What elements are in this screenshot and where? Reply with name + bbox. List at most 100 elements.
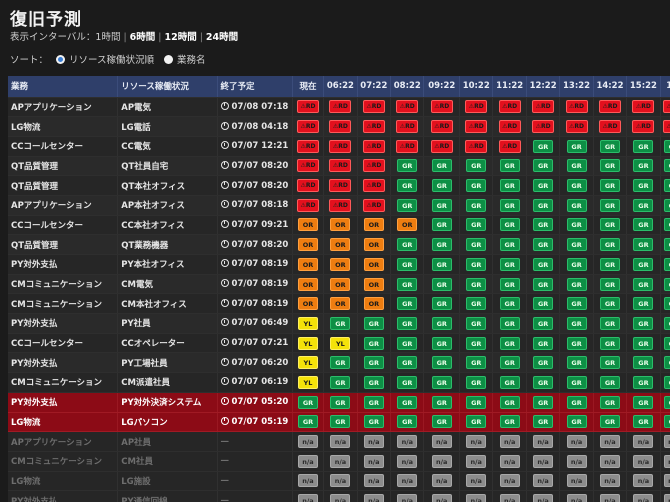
status-badge-gr[interactable]: GR bbox=[431, 257, 452, 271]
status-badge-gr[interactable]: GR bbox=[533, 297, 554, 311]
status-badge-gr[interactable]: GR bbox=[633, 277, 654, 291]
status-badge-gr[interactable]: GR bbox=[633, 356, 654, 370]
status-badge-gr[interactable]: GR bbox=[599, 277, 620, 291]
status-badge-gr[interactable]: GR bbox=[397, 198, 418, 212]
status-badge-gr[interactable]: GR bbox=[499, 375, 520, 389]
status-badge-gr[interactable]: GR bbox=[566, 257, 587, 271]
status-badge-na[interactable]: n/a bbox=[397, 494, 418, 502]
status-badge-gr[interactable]: GR bbox=[599, 159, 620, 173]
status-badge-gr[interactable]: GR bbox=[566, 238, 587, 252]
status-badge-na[interactable]: n/a bbox=[663, 474, 670, 488]
status-badge-gr[interactable]: GR bbox=[499, 198, 520, 212]
table-row[interactable]: CMコミュニケーション CM本社オフィス 07/07 08:19 OR OR OR GR GR… bbox=[8, 293, 670, 315]
status-badge-na[interactable]: n/a bbox=[330, 494, 351, 502]
status-badge-gr[interactable]: GR bbox=[499, 395, 520, 409]
status-badge-gr[interactable]: GR bbox=[363, 356, 384, 370]
status-badge-gr[interactable]: GR bbox=[633, 179, 654, 193]
status-badge-gr[interactable]: GR bbox=[599, 218, 620, 232]
status-badge-gr[interactable]: GR bbox=[533, 395, 554, 409]
status-badge-na[interactable]: n/a bbox=[633, 474, 654, 488]
status-badge-yl[interactable]: YL bbox=[330, 336, 351, 350]
status-badge-yl[interactable]: YL bbox=[297, 375, 318, 389]
status-badge-na[interactable]: n/a bbox=[431, 435, 452, 449]
status-badge-rd[interactable]: ⚠RD bbox=[565, 120, 588, 134]
status-badge-gr[interactable]: GR bbox=[566, 336, 587, 350]
status-badge-na[interactable]: n/a bbox=[533, 474, 554, 488]
status-badge-na[interactable]: n/a bbox=[599, 474, 620, 488]
status-badge-rd[interactable]: ⚠RD bbox=[329, 198, 352, 212]
status-badge-rd[interactable]: ⚠RD bbox=[296, 100, 319, 114]
table-row[interactable]: PY対外支払 PY対外決済システム 07/07 05:20 GR GR GR GR GR GR G… bbox=[8, 392, 670, 413]
status-badge-gr[interactable]: GR bbox=[633, 159, 654, 173]
status-badge-gr[interactable]: GR bbox=[466, 218, 487, 232]
status-badge-gr[interactable]: GR bbox=[533, 356, 554, 370]
status-badge-gr[interactable]: GR bbox=[466, 356, 487, 370]
status-badge-gr[interactable]: GR bbox=[363, 375, 384, 389]
status-badge-gr[interactable]: GR bbox=[330, 356, 351, 370]
status-badge-gr[interactable]: GR bbox=[499, 297, 520, 311]
status-badge-na[interactable]: n/a bbox=[330, 474, 351, 488]
status-badge-gr[interactable]: GR bbox=[397, 375, 418, 389]
status-badge-rd[interactable]: ⚠RD bbox=[296, 139, 319, 153]
status-badge-rd[interactable]: ⚠RD bbox=[532, 100, 555, 114]
status-badge-or[interactable]: OR bbox=[363, 297, 384, 311]
status-badge-rd[interactable]: ⚠RD bbox=[362, 120, 385, 134]
status-badge-rd[interactable]: ⚠RD bbox=[465, 120, 488, 134]
status-badge-rd[interactable]: ⚠RD bbox=[632, 100, 655, 114]
status-badge-or[interactable]: OR bbox=[363, 257, 384, 271]
status-badge-rd[interactable]: ⚠RD bbox=[362, 179, 385, 193]
status-badge-gr[interactable]: GR bbox=[599, 179, 620, 193]
status-badge-gr[interactable]: GR bbox=[599, 415, 620, 429]
status-badge-gr[interactable]: GR bbox=[533, 198, 554, 212]
status-badge-rd[interactable]: ⚠RD bbox=[532, 120, 555, 134]
status-badge-rd[interactable]: ⚠RD bbox=[498, 139, 521, 153]
table-row[interactable]: CCコールセンター CCオペレーター 07/07 07:21 YL YL GR GR GR GR… bbox=[8, 333, 670, 354]
status-badge-gr[interactable]: GR bbox=[499, 238, 520, 252]
status-badge-na[interactable]: n/a bbox=[431, 474, 452, 488]
status-badge-or[interactable]: OR bbox=[297, 238, 318, 252]
status-badge-gr[interactable]: GR bbox=[431, 218, 452, 232]
status-badge-gr[interactable]: GR bbox=[663, 297, 670, 311]
status-badge-gr[interactable]: GR bbox=[499, 336, 520, 350]
status-badge-rd[interactable]: ⚠RD bbox=[362, 100, 385, 114]
status-badge-rd[interactable]: ⚠RD bbox=[465, 139, 488, 153]
status-badge-gr[interactable]: GR bbox=[599, 395, 620, 409]
status-badge-gr[interactable]: GR bbox=[466, 415, 487, 429]
status-badge-gr[interactable]: GR bbox=[397, 277, 418, 291]
status-badge-gr[interactable]: GR bbox=[499, 257, 520, 271]
status-badge-gr[interactable]: GR bbox=[633, 395, 654, 409]
sort-option-resource-status[interactable]: リソース稼働状況順 bbox=[56, 52, 154, 66]
status-badge-gr[interactable]: GR bbox=[431, 277, 452, 291]
status-badge-rd[interactable]: ⚠RD bbox=[296, 179, 319, 193]
status-badge-gr[interactable]: GR bbox=[499, 218, 520, 232]
status-badge-gr[interactable]: GR bbox=[663, 179, 670, 193]
status-badge-gr[interactable]: GR bbox=[397, 336, 418, 350]
status-badge-rd[interactable]: ⚠RD bbox=[465, 100, 488, 114]
status-badge-gr[interactable]: GR bbox=[499, 159, 520, 173]
status-badge-gr[interactable]: GR bbox=[599, 257, 620, 271]
status-badge-gr[interactable]: GR bbox=[599, 198, 620, 212]
status-badge-gr[interactable]: GR bbox=[499, 179, 520, 193]
status-badge-rd[interactable]: ⚠RD bbox=[362, 198, 385, 212]
status-badge-gr[interactable]: GR bbox=[566, 297, 587, 311]
status-badge-na[interactable]: n/a bbox=[466, 474, 487, 488]
status-badge-gr[interactable]: GR bbox=[533, 218, 554, 232]
status-badge-gr[interactable]: GR bbox=[297, 415, 318, 429]
status-badge-gr[interactable]: GR bbox=[599, 356, 620, 370]
status-badge-gr[interactable]: GR bbox=[499, 277, 520, 291]
status-badge-na[interactable]: n/a bbox=[330, 454, 351, 468]
status-badge-rd[interactable]: ⚠RD bbox=[498, 120, 521, 134]
status-badge-na[interactable]: n/a bbox=[330, 435, 351, 449]
status-badge-or[interactable]: OR bbox=[397, 218, 418, 232]
status-badge-na[interactable]: n/a bbox=[499, 435, 520, 449]
status-badge-na[interactable]: n/a bbox=[533, 435, 554, 449]
status-badge-gr[interactable]: GR bbox=[663, 316, 670, 330]
interval-option-24h[interactable]: 24時間 bbox=[206, 32, 238, 43]
table-row[interactable]: QT品質管理 QT業務機器 07/07 08:20 OR OR OR GR GR GR GR GR G… bbox=[8, 234, 670, 255]
status-badge-gr[interactable]: GR bbox=[663, 375, 670, 389]
table-row[interactable]: LG物流 LG施設 — n/a n/a n/a n/a n/a n/a n/a n/a n/a n/a n… bbox=[8, 471, 670, 492]
status-badge-gr[interactable]: GR bbox=[663, 139, 670, 153]
status-badge-na[interactable]: n/a bbox=[499, 494, 520, 502]
status-badge-na[interactable]: n/a bbox=[499, 474, 520, 488]
status-badge-gr[interactable]: GR bbox=[663, 159, 670, 173]
